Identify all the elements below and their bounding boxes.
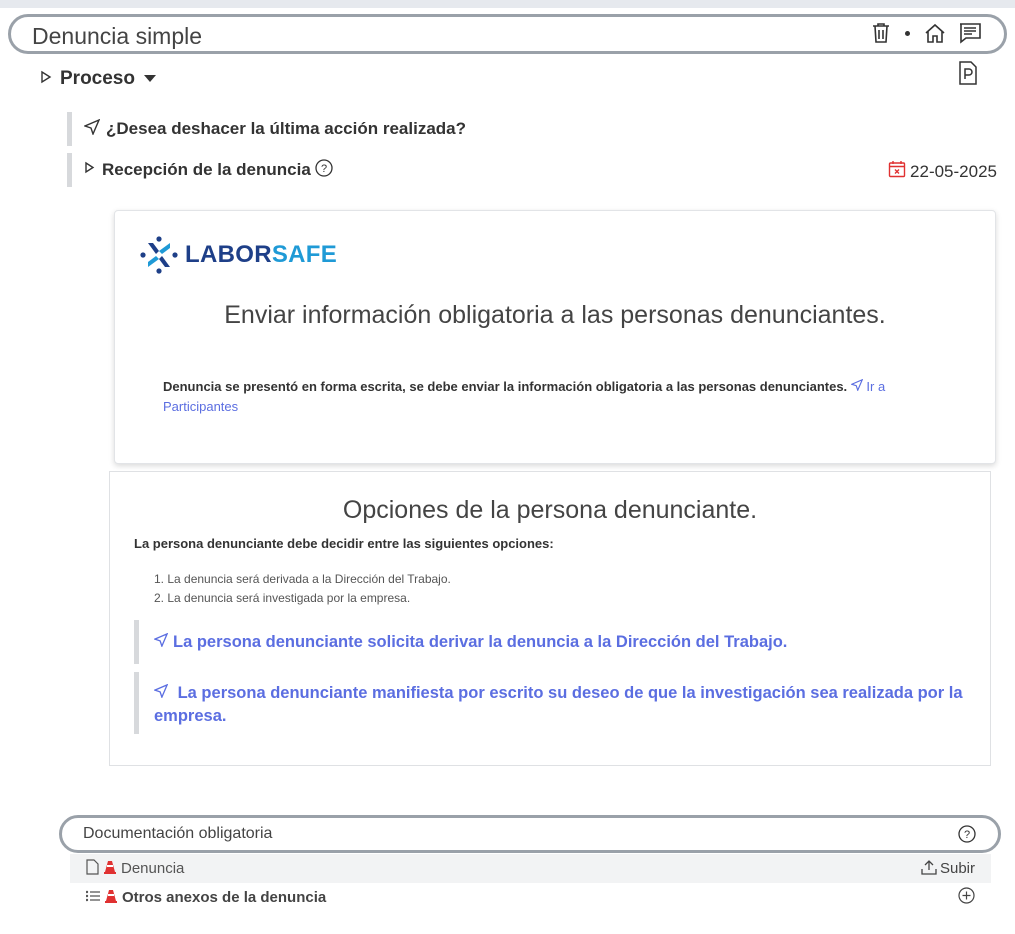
company-investigation-action[interactable]: La persona denunciante manifiesta por es… <box>134 672 974 734</box>
undo-row[interactable]: ¿Desea deshacer la última acción realiza… <box>67 112 567 146</box>
laborsafe-logo-icon <box>140 236 178 274</box>
recepcion-label: Recepción de la denuncia <box>102 160 311 179</box>
logo-text-safe: SAFE <box>271 241 338 268</box>
options-title: Opciones de la persona denunciante. <box>342 496 758 524</box>
list-item: 2. La denuncia será investigada por la e… <box>154 591 411 605</box>
expand-triangle-icon <box>84 161 95 179</box>
action-label: La persona denunciante manifiesta por es… <box>154 684 963 725</box>
laborsafe-logo: LABORSAFE <box>139 235 337 275</box>
list-icon <box>85 889 100 906</box>
documentation-title: Documentación obligatoria <box>83 825 273 842</box>
header-actions <box>871 22 982 44</box>
calendar-alert-icon <box>888 160 906 183</box>
proceso-toggle[interactable]: Proceso <box>40 68 157 90</box>
options-subtitle: La persona denunciante debe decidir entr… <box>134 536 554 551</box>
proceso-label: Proceso <box>60 68 135 89</box>
trash-icon[interactable] <box>871 22 891 44</box>
options-list: 1. La denuncia será derivada a la Direcc… <box>154 570 451 608</box>
help-icon[interactable]: ? <box>315 158 333 182</box>
top-strip <box>0 0 1015 8</box>
add-button[interactable] <box>958 887 975 908</box>
help-icon[interactable]: ? <box>958 825 976 848</box>
send-icon <box>153 631 169 654</box>
card-title: Enviar información obligatoria a las per… <box>224 301 886 329</box>
send-icon <box>849 378 864 392</box>
card-body-text: Denuncia se presentó en forma escrita, s… <box>163 379 848 394</box>
date-value: 22-05-2025 <box>910 161 997 181</box>
separator-dot <box>905 30 910 36</box>
send-icon <box>153 683 173 702</box>
chat-icon[interactable] <box>958 22 982 44</box>
document-label: Otros anexos de la denuncia <box>122 889 327 906</box>
page-title: Denuncia simple <box>32 23 203 49</box>
document-label: Denuncia <box>121 860 185 877</box>
recepcion-row[interactable]: Recepción de la denuncia ? 22-05-2025 <box>67 153 997 187</box>
documentation-bar: Documentación obligatoria ? <box>59 815 1001 853</box>
action-label: La persona denunciante solicita derivar … <box>173 632 788 651</box>
upload-icon <box>921 859 937 879</box>
upload-label: Subir <box>939 860 975 877</box>
card-body: Denuncia se presentó en forma escrita, s… <box>163 377 923 417</box>
derive-to-direccion-action[interactable]: La persona denunciante solicita derivar … <box>134 620 974 664</box>
pdf-icon[interactable] <box>958 60 978 86</box>
document-row-denuncia: Denuncia Subir <box>70 854 991 883</box>
caret-down-icon <box>143 70 157 88</box>
due-date: 22-05-2025 <box>888 160 997 183</box>
info-card: LABORSAFE Enviar información obligatoria… <box>114 210 996 464</box>
warning-cone-icon <box>104 888 118 908</box>
svg-text:?: ? <box>964 829 970 841</box>
file-icon <box>86 858 99 879</box>
header-bar: Denuncia simple <box>8 14 1007 54</box>
undo-question: ¿Desea deshacer la última acción realiza… <box>106 119 466 138</box>
options-panel: Opciones de la persona denunciante. La p… <box>109 471 991 766</box>
upload-button[interactable]: Subir <box>921 859 975 879</box>
send-icon <box>83 118 101 140</box>
warning-cone-icon <box>103 859 117 879</box>
list-item: 1. La denuncia será derivada a la Direcc… <box>154 572 451 586</box>
plus-circle-icon <box>958 887 975 908</box>
home-icon[interactable] <box>924 22 946 44</box>
document-row-anexos: Otros anexos de la denuncia <box>70 883 991 912</box>
svg-text:?: ? <box>321 163 327 175</box>
expand-triangle-icon <box>40 70 52 89</box>
logo-text-labor: LABOR <box>185 241 272 268</box>
